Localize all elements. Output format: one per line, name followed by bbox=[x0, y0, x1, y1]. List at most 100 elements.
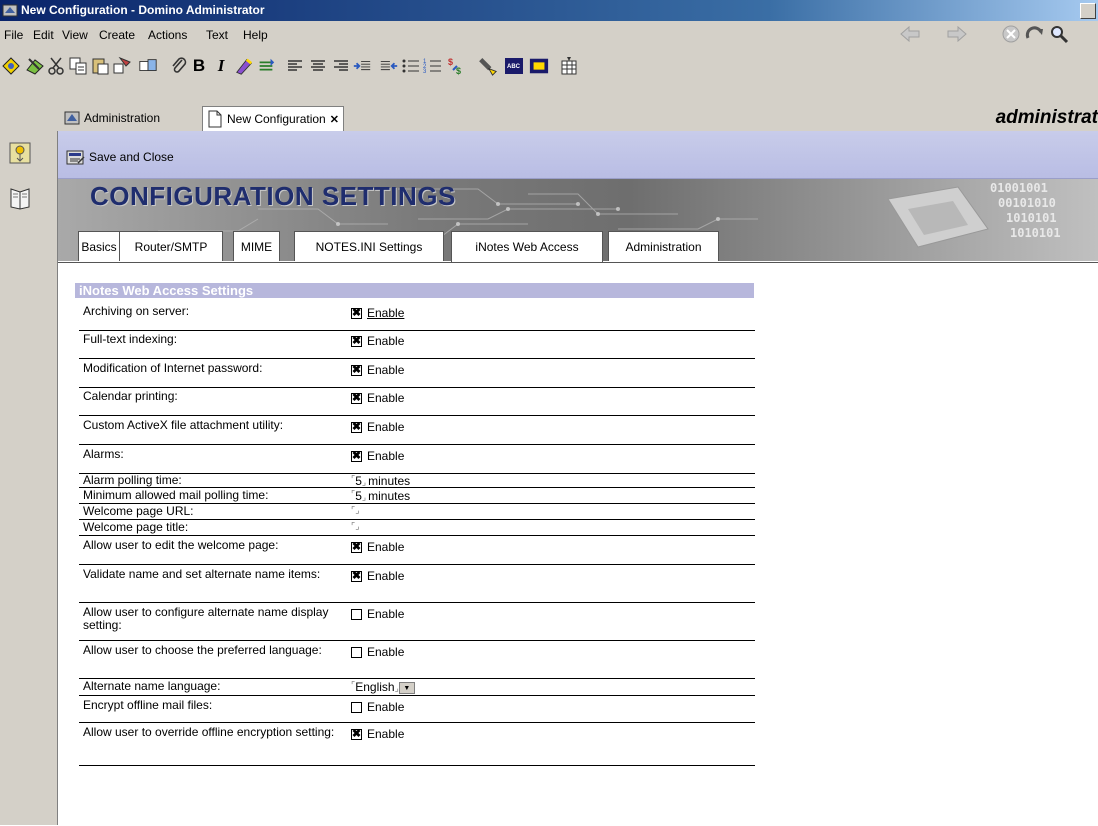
window-tab-bar: Administration New Configuration ✕ admin… bbox=[0, 102, 1098, 132]
text-field[interactable]: ⌜ 5 ⌟ bbox=[351, 474, 366, 488]
menu-text[interactable]: Text bbox=[206, 28, 228, 42]
enable-checkbox[interactable]: ✖ bbox=[351, 364, 362, 376]
text-field[interactable]: ⌜ ⌟ bbox=[351, 505, 359, 516]
checkbox-label[interactable]: Enable bbox=[367, 727, 404, 741]
svg-text:3: 3 bbox=[423, 69, 427, 75]
text-field[interactable]: ⌜ 5 ⌟ bbox=[351, 489, 366, 503]
back-icon[interactable] bbox=[898, 24, 922, 44]
welcome-page-icon[interactable] bbox=[9, 141, 31, 165]
setting-label: Alarms: bbox=[83, 447, 124, 461]
edit-document-icon[interactable] bbox=[25, 55, 45, 77]
checkbox-label[interactable]: Enable bbox=[367, 607, 404, 621]
setting-row: Archiving on server: ✖ Enable bbox=[79, 302, 755, 331]
checkbox-label[interactable]: Enable bbox=[367, 540, 404, 554]
bookmark-icon[interactable] bbox=[1, 55, 21, 77]
tab-administration-settings[interactable]: Administration bbox=[608, 231, 719, 261]
tab-administration[interactable]: Administration bbox=[64, 106, 160, 130]
setting-label: Full-text indexing: bbox=[83, 332, 178, 346]
cut-icon[interactable] bbox=[46, 55, 66, 77]
enable-checkbox[interactable]: ✖ bbox=[351, 335, 362, 347]
align-left-icon[interactable] bbox=[285, 55, 305, 77]
setting-row: Validate name and set alternate name ite… bbox=[79, 565, 755, 603]
checkbox-label[interactable]: Enable bbox=[367, 363, 404, 377]
checkbox-label[interactable]: Enable bbox=[367, 700, 404, 714]
checkbox-label[interactable]: Enable bbox=[367, 391, 404, 405]
menu-help[interactable]: Help bbox=[243, 28, 268, 42]
spell-check-icon[interactable]: ABC bbox=[504, 55, 524, 77]
search-icon[interactable] bbox=[1048, 24, 1070, 44]
chevron-down-icon[interactable]: ▼ bbox=[398, 682, 415, 694]
insert-table-icon[interactable] bbox=[559, 55, 579, 77]
checkbox-label[interactable]: Enable bbox=[367, 645, 404, 659]
language-dropdown[interactable]: ⌜ English ⌟ ▼ bbox=[351, 680, 415, 694]
menu-bar: File Edit View Create Actions Text Help bbox=[0, 21, 1098, 49]
properties-icon[interactable] bbox=[138, 55, 158, 77]
attach-icon[interactable] bbox=[169, 55, 189, 77]
enable-checkbox[interactable]: ✖ bbox=[351, 307, 362, 319]
binary-text: 01001001 bbox=[990, 181, 1048, 195]
tab-label: Administration bbox=[84, 111, 161, 125]
checkbox-label[interactable]: Enable bbox=[367, 420, 404, 434]
table-icon[interactable] bbox=[529, 55, 549, 77]
copy-icon[interactable] bbox=[68, 55, 88, 77]
checkbox-label[interactable]: Enable bbox=[367, 449, 404, 463]
enable-checkbox[interactable]: ✖ bbox=[351, 421, 362, 433]
section-header: iNotes Web Access Settings bbox=[75, 283, 754, 298]
minimize-button[interactable] bbox=[1080, 3, 1096, 19]
indent-icon[interactable] bbox=[352, 55, 372, 77]
tab-new-configuration[interactable]: New Configuration ✕ bbox=[202, 106, 344, 131]
checkbox-label[interactable]: Enable bbox=[367, 306, 404, 320]
tab-mime[interactable]: MIME bbox=[233, 231, 280, 261]
databases-icon[interactable] bbox=[9, 186, 31, 210]
close-icon[interactable]: ✕ bbox=[330, 113, 339, 126]
setting-label: Allow user to edit the welcome page: bbox=[83, 538, 279, 552]
enable-checkbox[interactable]: ✖ bbox=[351, 570, 362, 582]
enable-checkbox[interactable] bbox=[351, 608, 362, 620]
enable-checkbox[interactable]: ✖ bbox=[351, 392, 362, 404]
tab-label: Basics bbox=[81, 239, 117, 254]
paste-icon[interactable] bbox=[90, 55, 110, 77]
bullet-list-icon[interactable] bbox=[401, 55, 421, 77]
text-field[interactable]: ⌜ ⌟ bbox=[351, 521, 359, 532]
highlighter-icon[interactable] bbox=[234, 55, 254, 77]
toolbar: B I 123 $ $ ABC bbox=[0, 49, 1098, 102]
title-bar: New Configuration - Domino Administrator bbox=[0, 0, 1098, 21]
enable-checkbox[interactable]: ✖ bbox=[351, 450, 362, 462]
save-and-close-button[interactable]: Save and Close bbox=[66, 148, 174, 166]
refresh-icon[interactable] bbox=[1024, 24, 1046, 44]
styles-icon[interactable]: $ $ bbox=[447, 55, 467, 77]
italic-icon[interactable]: I bbox=[211, 55, 231, 77]
menu-view[interactable]: View bbox=[62, 28, 88, 42]
menu-file[interactable]: File bbox=[4, 28, 23, 42]
setting-row: Custom ActiveX file attachment utility: ✖… bbox=[79, 416, 755, 445]
checkbox-label[interactable]: Enable bbox=[367, 569, 404, 583]
numbered-list-icon[interactable]: 123 bbox=[423, 55, 443, 77]
align-right-icon[interactable] bbox=[331, 55, 351, 77]
bold-icon[interactable]: B bbox=[189, 55, 209, 77]
field-suffix: minutes bbox=[368, 474, 411, 488]
setting-value: ✖ Enable bbox=[351, 306, 404, 320]
tab-notes-ini-settings[interactable]: NOTES.INI Settings bbox=[294, 231, 444, 261]
tab-basics[interactable]: Basics bbox=[78, 231, 120, 261]
checkbox-label[interactable]: Enable bbox=[367, 334, 404, 348]
tab-inotes-web-access[interactable]: iNotes Web Access bbox=[451, 231, 603, 262]
menu-create[interactable]: Create bbox=[99, 28, 135, 42]
enable-checkbox[interactable]: ✖ bbox=[351, 728, 362, 740]
menu-edit[interactable]: Edit bbox=[33, 28, 54, 42]
action-bar: Save and Close bbox=[58, 131, 1098, 179]
enable-checkbox[interactable] bbox=[351, 646, 362, 658]
text-color-icon[interactable] bbox=[256, 55, 276, 77]
flashlight-icon[interactable] bbox=[478, 55, 498, 77]
stop-icon[interactable] bbox=[1000, 24, 1022, 44]
forward-icon[interactable] bbox=[945, 24, 969, 44]
tab-router-smtp[interactable]: Router/SMTP bbox=[119, 231, 223, 261]
setting-value: ✖ Enable bbox=[351, 569, 404, 583]
menu-actions[interactable]: Actions bbox=[148, 28, 187, 42]
setting-row: Welcome page title: ⌜ ⌟ bbox=[79, 520, 755, 536]
align-center-icon[interactable] bbox=[308, 55, 328, 77]
setting-row: Allow user to choose the preferred langu… bbox=[79, 641, 755, 679]
outdent-icon[interactable] bbox=[379, 55, 399, 77]
enable-checkbox[interactable] bbox=[351, 701, 362, 713]
format-painter-icon[interactable] bbox=[112, 55, 132, 77]
enable-checkbox[interactable]: ✖ bbox=[351, 541, 362, 553]
